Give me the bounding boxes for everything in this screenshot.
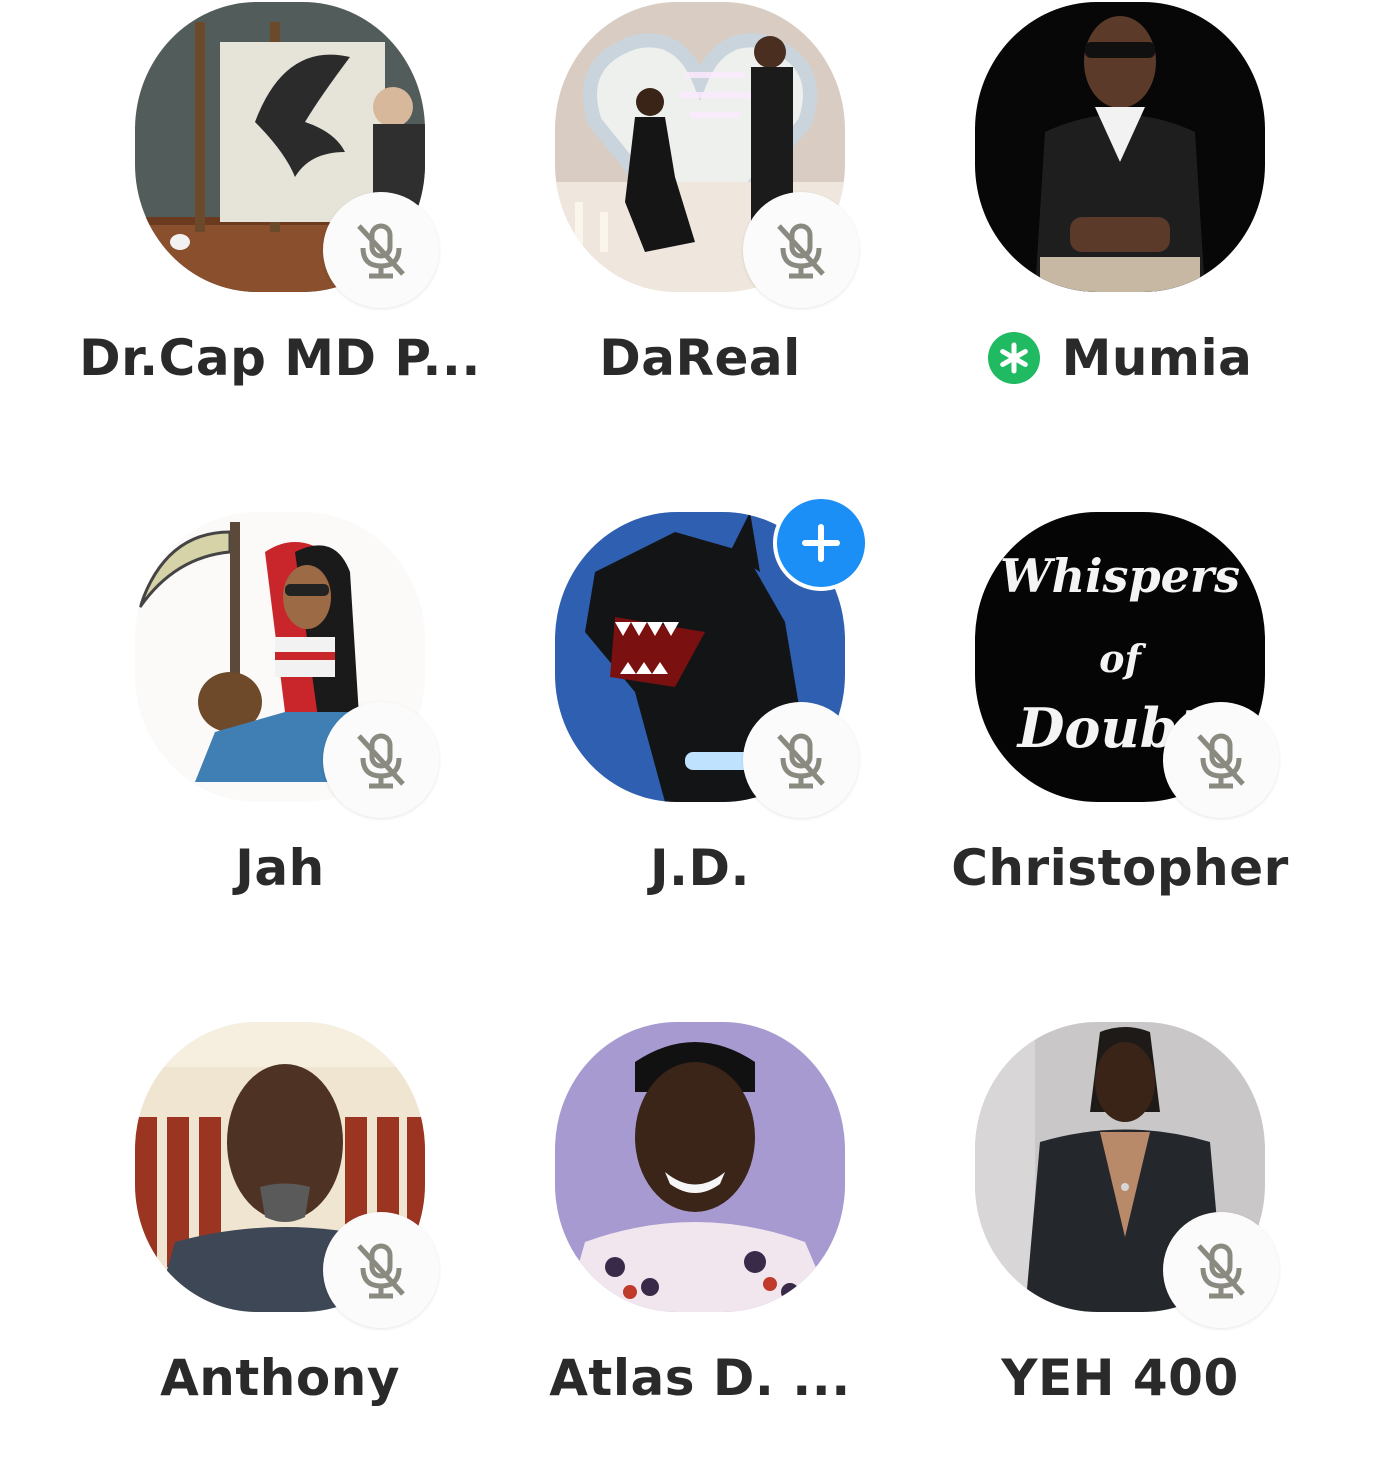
avatar[interactable] [975,2,1265,292]
speaker-name-row: Dr.Cap MD P... [70,322,490,394]
avatar-container [555,1022,845,1312]
avatar-container [555,495,869,818]
avatar-container [555,2,859,308]
muted-badge [323,192,439,308]
speaker-name: Christopher [951,839,1289,897]
plus-icon [802,524,840,562]
speaker-name-row: Mumia [910,322,1330,394]
avatar-image [555,1022,845,1312]
speaker-name: YEH 400 [1001,1349,1239,1407]
speaker-name: Jah [235,839,325,897]
microphone-off-icon [357,223,405,279]
avatar-container [135,2,439,308]
speaker-tile[interactable]: Jah [70,512,490,972]
speaker-tile[interactable]: Dr.Cap MD P... [70,2,490,462]
speaker-tile[interactable]: J.D. [490,495,910,972]
speaker-name-row: J.D. [490,832,910,904]
muted-badge [323,1212,439,1328]
avatar-container: Whispers of Doubt [975,512,1279,818]
microphone-off-icon [357,1243,405,1299]
muted-badge [1163,1212,1279,1328]
microphone-off-icon [777,733,825,789]
speaker-tile[interactable]: DaReal [490,2,910,462]
microphone-off-icon [1197,733,1245,789]
asterisk-icon [999,342,1028,374]
speaker-name: J.D. [649,839,751,897]
moderator-badge [987,332,1040,384]
microphone-off-icon [357,733,405,789]
microphone-off-icon [777,223,825,279]
speaker-tile[interactable]: YEH 400 [910,1022,1330,1482]
muted-badge [743,702,859,818]
muted-badge [743,192,859,308]
speaker-name-row: Atlas D. ... [490,1342,910,1414]
muted-badge [1163,702,1279,818]
speaker-name-row: Christopher [910,832,1330,904]
avatar-container [975,1022,1279,1328]
avatar-image [975,2,1265,292]
avatar[interactable] [555,1022,845,1312]
speaker-tile[interactable]: Whispers of Doubt Christopher [910,512,1330,972]
avatar-container [135,512,439,818]
speaker-grid: Dr.Cap MD P... DaReal Mumia Jah J.D. Whi… [0,0,1400,1407]
avatar-container [975,2,1265,292]
speaker-name-row: DaReal [490,322,910,394]
speaker-tile[interactable]: Atlas D. ... [490,1022,910,1482]
speaker-tile[interactable]: Anthony [70,1022,490,1482]
follow-button[interactable] [773,495,869,591]
avatar-text-line: Whispers [1000,549,1240,603]
avatar-text-line: of [1099,636,1146,681]
muted-badge [323,702,439,818]
avatar-container [135,1022,439,1328]
speaker-name-row: Anthony [70,1342,490,1414]
speaker-tile[interactable]: Mumia [910,2,1330,462]
speaker-name: Dr.Cap MD P... [79,329,481,387]
speaker-name: Atlas D. ... [549,1349,851,1407]
speaker-name-row: YEH 400 [910,1342,1330,1414]
speaker-name: Mumia [1061,329,1253,387]
speaker-name: DaReal [599,329,801,387]
speaker-name-row: Jah [70,832,490,904]
speaker-name: Anthony [160,1349,400,1407]
microphone-off-icon [1197,1243,1245,1299]
